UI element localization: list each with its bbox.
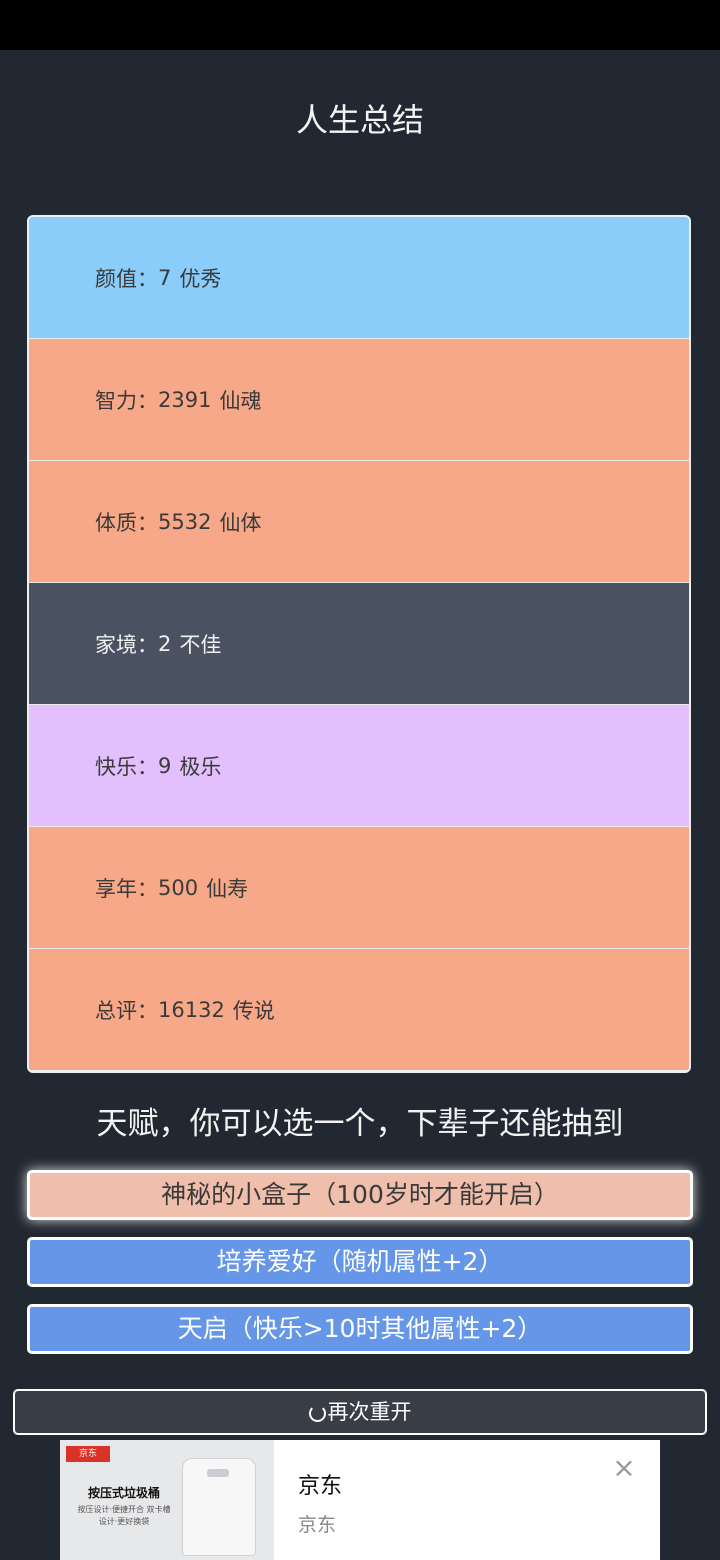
restart-button[interactable]: 再次重开 xyxy=(13,1389,707,1435)
status-bar xyxy=(0,0,720,50)
ad-product-desc: 按压设计·便捷开合 双卡槽设计·更好换袋 xyxy=(77,1505,171,1526)
talent-heading: 天赋，你可以选一个，下辈子还能抽到 xyxy=(96,1106,624,1142)
summary-label: 享年： xyxy=(95,876,158,901)
ad-brand-logo: 京东 xyxy=(66,1446,110,1462)
summary-label: 颜值： xyxy=(95,266,158,291)
refresh-icon xyxy=(308,1405,326,1422)
ad-product-image[interactable]: 京东 按压式垃圾桶 按压设计·便捷开合 双卡槽设计·更好换袋 xyxy=(60,1440,274,1560)
summary-label: 快乐： xyxy=(95,754,158,779)
summary-value: 2 xyxy=(158,631,172,656)
ad-title[interactable]: 京东 xyxy=(298,1468,342,1500)
summary-row-appearance: 颜值： 7 优秀 xyxy=(29,217,689,339)
summary-label: 家境： xyxy=(95,632,158,657)
ad-product-name: 按压式垃圾桶 xyxy=(87,1486,160,1500)
summary-value: 16132 xyxy=(158,997,225,1022)
summary-row-intelligence: 智力： 2391 仙魂 xyxy=(29,339,689,461)
summary-row-happiness: 快乐： 9 极乐 xyxy=(29,705,689,827)
summary-grade: 仙魂 xyxy=(219,388,262,413)
summary-value: 9 xyxy=(158,753,172,778)
summary-value: 500 xyxy=(158,875,199,900)
summary-value: 5532 xyxy=(158,509,212,534)
summary-grade: 仙体 xyxy=(219,510,262,535)
summary-label: 智力： xyxy=(95,388,158,413)
summary-grade: 传说 xyxy=(232,998,275,1023)
summary-grade: 仙寿 xyxy=(206,876,249,901)
summary-value: 7 xyxy=(158,265,172,290)
summary-row-constitution: 体质： 5532 仙体 xyxy=(29,461,689,583)
life-summary-card: 颜值： 7 优秀 智力： 2391 仙魂 体质： 5532 仙体 家境： 2 不佳 快乐： 9 极乐… xyxy=(27,215,691,1073)
page-title: 人生总结 xyxy=(295,101,424,139)
summary-row-lifespan: 享年： 500 仙寿 xyxy=(29,827,689,949)
talent-option-mystery-box[interactable]: 神秘的小盒子（100岁时才能开启） xyxy=(27,1170,693,1220)
summary-row-total: 总评： 16132 传说 xyxy=(29,949,689,1070)
trash-bin-image xyxy=(182,1458,256,1556)
summary-grade: 优秀 xyxy=(179,266,222,291)
summary-label: 总评： xyxy=(95,998,158,1023)
close-icon[interactable]: × xyxy=(612,1454,636,1482)
restart-label: 再次重开 xyxy=(327,1400,412,1424)
summary-value: 2391 xyxy=(158,387,212,412)
talent-option-revelation[interactable]: 天启（快乐>10时其他属性+2） xyxy=(27,1304,693,1354)
summary-grade: 不佳 xyxy=(179,632,222,657)
summary-row-family: 家境： 2 不佳 xyxy=(29,583,689,705)
talent-option-hobby[interactable]: 培养爱好（随机属性+2） xyxy=(27,1237,693,1287)
summary-label: 体质： xyxy=(95,510,158,535)
summary-grade: 极乐 xyxy=(179,754,222,779)
ad-source: 京东 xyxy=(298,1514,337,1536)
ad-banner[interactable]: 京东 按压式垃圾桶 按压设计·便捷开合 双卡槽设计·更好换袋 京东 京东 × xyxy=(60,1440,660,1560)
